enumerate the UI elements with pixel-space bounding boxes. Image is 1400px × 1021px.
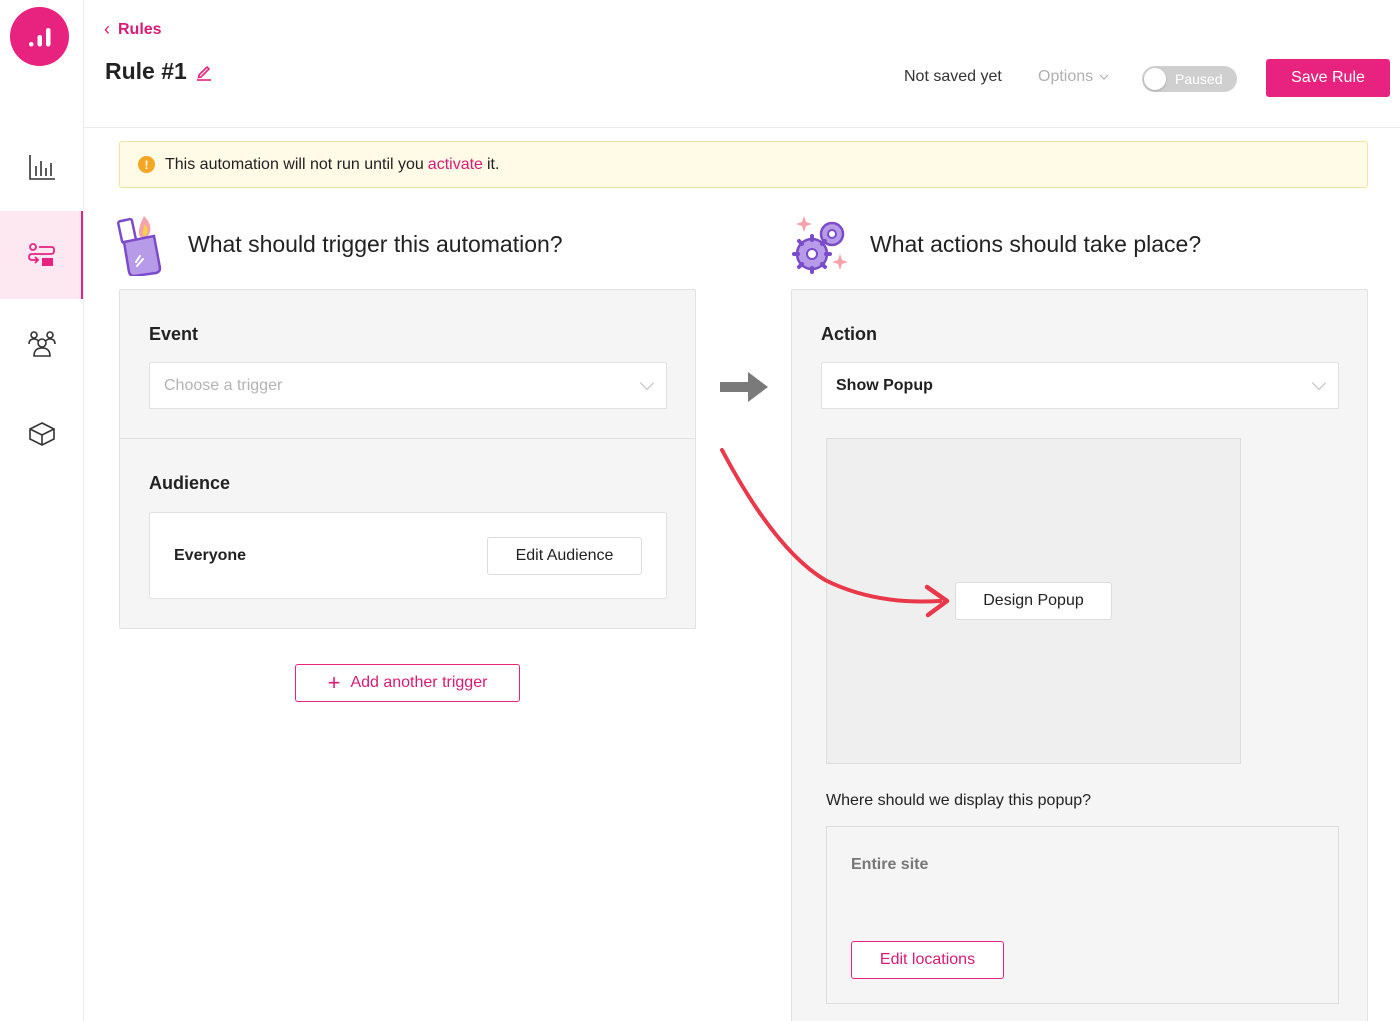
back-label: Rules <box>118 20 162 38</box>
audience-box: Everyone Edit Audience <box>149 512 667 599</box>
chevron-down-icon <box>1099 74 1109 80</box>
page-title: Rule #1 <box>105 58 213 85</box>
nav-products[interactable] <box>0 390 83 478</box>
audience-value: Everyone <box>174 547 247 564</box>
toggle-knob <box>1144 68 1166 90</box>
logo-bars-icon <box>28 27 50 46</box>
plus-icon: + <box>327 670 341 695</box>
analytics-icon <box>28 155 55 180</box>
trigger-panel: Event Choose a trigger Audience Everyone… <box>119 289 696 629</box>
event-placeholder: Choose a trigger <box>164 376 283 394</box>
back-to-rules-link[interactable]: ‹ Rules <box>104 19 162 40</box>
save-status: Not saved yet <box>904 68 1002 85</box>
gears-icon <box>792 216 848 274</box>
design-popup-button[interactable]: Design Popup <box>955 582 1112 620</box>
audience-icon <box>27 331 56 357</box>
sidebar <box>0 0 84 1021</box>
edit-locations-button[interactable]: Edit locations <box>851 941 1004 979</box>
action-heading-text: What actions should take place? <box>870 230 1202 257</box>
annotation-arrow <box>720 448 950 618</box>
toggle-label: Paused <box>1175 71 1223 87</box>
banner-text-end: it. <box>486 155 500 173</box>
add-trigger-label: Add another trigger <box>350 674 488 691</box>
action-panel: Action Show Popup Design Popup Where sho… <box>791 289 1368 1021</box>
locations-box: Entire site Edit locations <box>826 826 1339 1004</box>
activate-link[interactable]: activate <box>428 156 483 174</box>
panel-divider <box>120 438 695 439</box>
event-label: Event <box>149 324 199 344</box>
add-trigger-button[interactable]: + Add another trigger <box>295 664 520 702</box>
action-select[interactable]: Show Popup <box>821 362 1339 409</box>
trigger-heading: What should trigger this automation? <box>116 212 563 276</box>
header: ‹ Rules Rule #1 Not saved yet Options Pa… <box>84 0 1400 128</box>
rules-icon <box>27 243 55 266</box>
options-dropdown[interactable]: Options <box>1038 68 1109 86</box>
options-label: Options <box>1038 68 1094 85</box>
nav-rules[interactable] <box>0 211 83 299</box>
pencil-icon[interactable] <box>195 63 213 81</box>
nav-audiences[interactable] <box>0 299 83 387</box>
edit-audience-button[interactable]: Edit Audience <box>487 537 642 575</box>
display-question: Where should we display this popup? <box>826 792 1092 809</box>
banner-text: This automation will not run until you <box>165 155 424 173</box>
lighter-icon <box>116 216 162 276</box>
chevron-left-icon: ‹ <box>104 19 110 39</box>
active-toggle[interactable]: Paused <box>1142 66 1237 92</box>
trigger-heading-text: What should trigger this automation? <box>188 230 563 257</box>
event-select[interactable]: Choose a trigger <box>149 362 667 409</box>
nav-analytics[interactable] <box>0 123 83 211</box>
box-icon <box>28 422 55 446</box>
action-heading: What actions should take place? <box>790 212 1201 276</box>
audience-label: Audience <box>149 473 231 493</box>
action-label: Action <box>821 324 877 344</box>
location-value: Entire site <box>851 856 929 873</box>
rule-title: Rule #1 <box>105 58 187 84</box>
action-value: Show Popup <box>836 376 933 394</box>
chevron-down-icon <box>1311 375 1327 391</box>
warning-icon: ! <box>138 156 155 173</box>
chevron-down-icon <box>639 375 655 391</box>
logo[interactable] <box>10 7 69 66</box>
save-rule-button[interactable]: Save Rule <box>1266 59 1390 97</box>
right-arrow-icon <box>720 372 768 402</box>
warning-banner: ! This automation will not run until you… <box>119 141 1368 188</box>
